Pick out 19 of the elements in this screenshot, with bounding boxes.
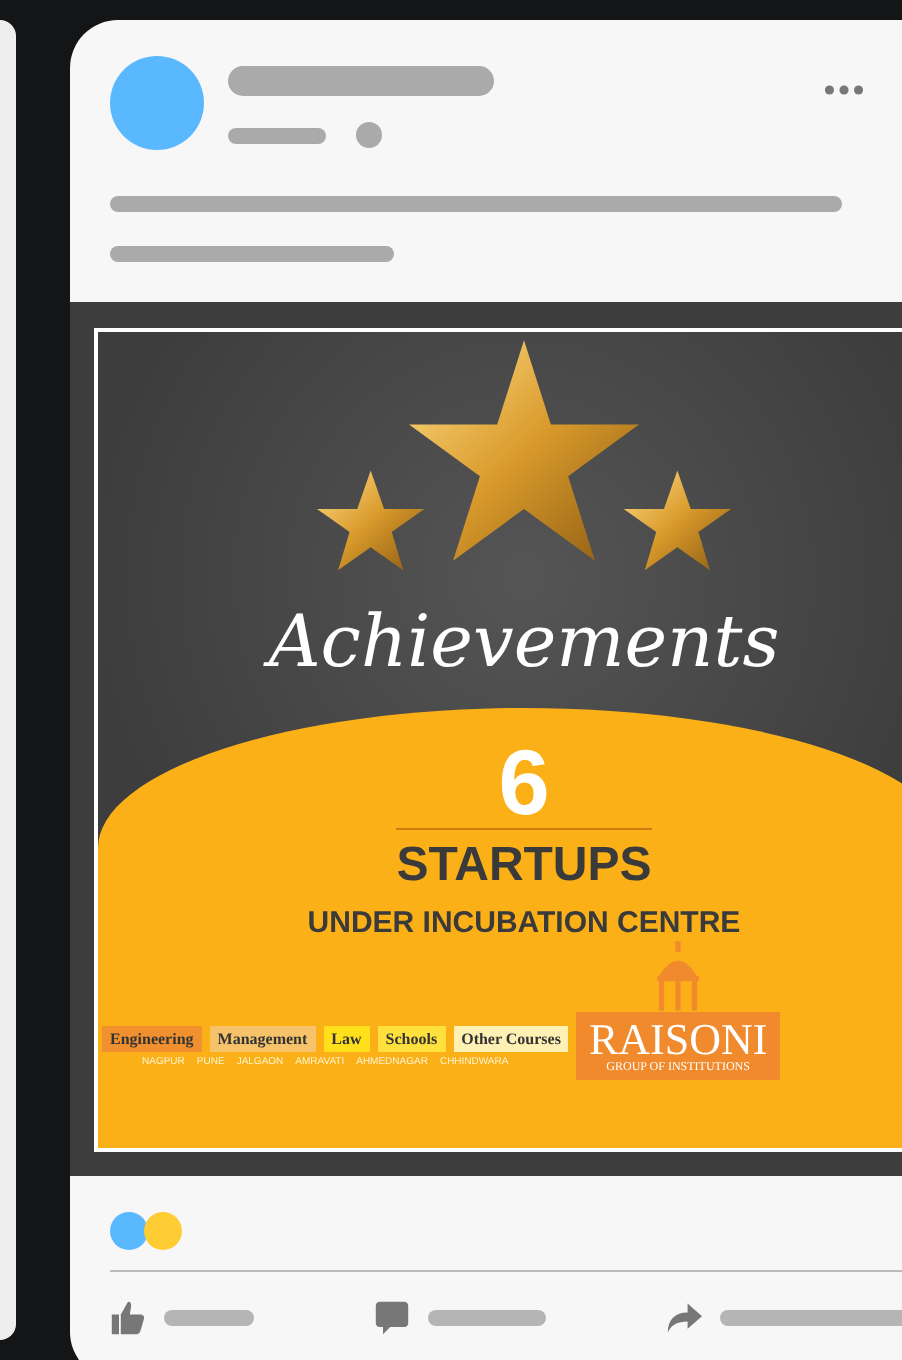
poster-subline: UNDER INCUBATION CENTRE: [307, 906, 741, 940]
course-tag: Law: [323, 1026, 370, 1052]
brand-name: RAISONI: [588, 1018, 768, 1062]
label-placeholder-bar: [164, 1310, 254, 1326]
thumbs-up-icon[interactable]: [110, 1300, 146, 1336]
course-tag: Schools: [377, 1026, 446, 1052]
poster-headline: STARTUPS: [396, 828, 652, 894]
time-placeholder-bar: [228, 127, 326, 143]
course-tag: Engineering: [102, 1026, 202, 1052]
course-tag: Other Courses: [453, 1026, 569, 1052]
label-placeholder-bar: [428, 1310, 546, 1326]
share-arrow-icon[interactable]: [666, 1300, 702, 1336]
avatar: [110, 56, 204, 150]
more-options-icon[interactable]: [824, 84, 864, 96]
speech-bubble-icon[interactable]: [374, 1300, 410, 1336]
poster-title: Achievements: [268, 602, 780, 684]
privacy-placeholder-dot: [356, 122, 382, 148]
poster-number: 6: [498, 736, 550, 828]
course-tag: Management: [209, 1026, 316, 1052]
